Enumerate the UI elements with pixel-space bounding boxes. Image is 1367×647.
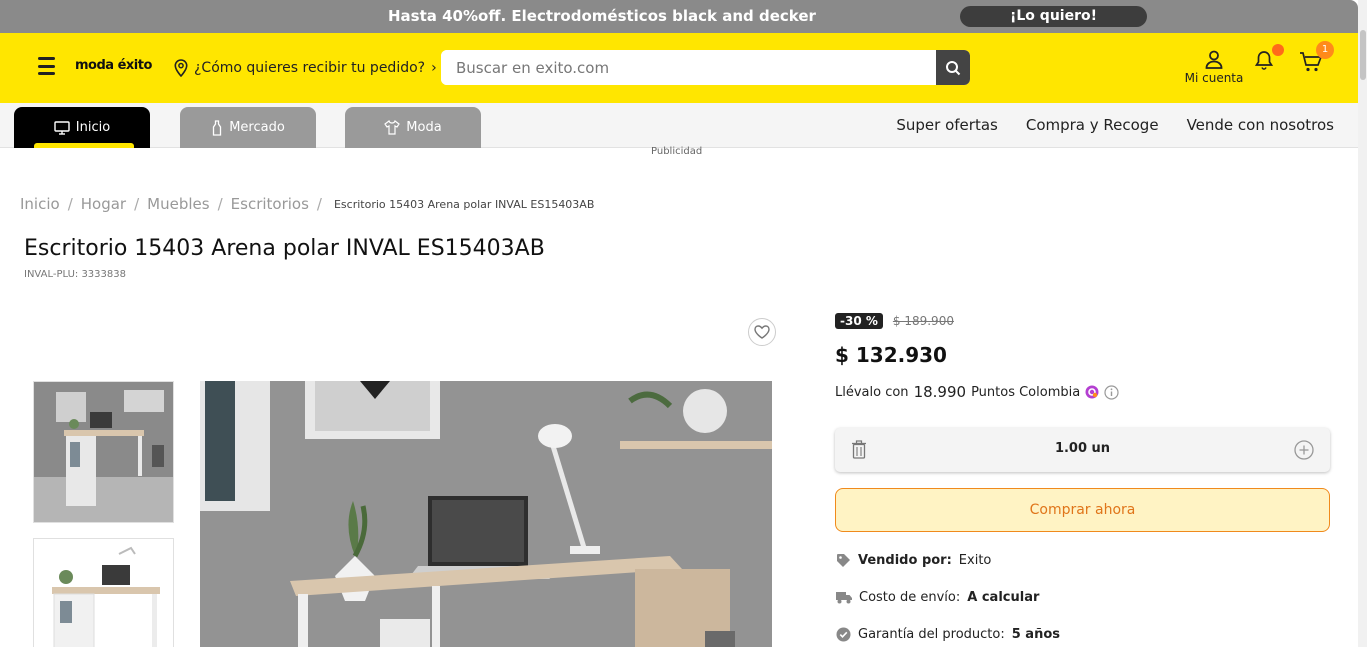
old-price: $ 189.900 — [892, 314, 954, 328]
heart-icon — [754, 325, 770, 339]
search-bar — [441, 50, 970, 85]
quantity-value: 1.00 un — [1054, 441, 1111, 456]
breadcrumb-current: Escritorio 15403 Arena polar INVAL ES154… — [333, 197, 595, 211]
buy-now-button[interactable]: Comprar ahora — [835, 488, 1330, 532]
monitor-icon — [54, 120, 70, 135]
product-price: $ 132.930 — [835, 343, 947, 367]
promo-text: Hasta 40%off. Electrodomésticos black an… — [388, 7, 816, 25]
breadcrumb-item[interactable]: Muebles — [147, 195, 209, 213]
tab-label: Mercado — [229, 120, 285, 135]
logo[interactable]: moda éxito — [75, 58, 152, 73]
shipping-value: A calcular — [967, 590, 1040, 605]
delivery-selector[interactable]: ¿Cómo quieres recibir tu pedido? › — [174, 59, 437, 77]
menu-icon[interactable] — [38, 57, 55, 75]
cart-count-badge: 1 — [1316, 41, 1334, 59]
warranty-label: Garantía del producto: — [858, 627, 1005, 642]
product-thumbnail[interactable] — [33, 381, 174, 523]
header: moda éxito ¿Cómo quieres recibir tu pedi… — [0, 33, 1358, 103]
category-nav: Inicio Mercado Moda Super ofertas Compra… — [0, 103, 1358, 148]
breadcrumb-item[interactable]: Inicio — [20, 195, 60, 213]
badge-check-icon — [836, 627, 851, 642]
delivery-label: ¿Cómo quieres recibir tu pedido? — [194, 60, 426, 76]
tab-inicio[interactable]: Inicio — [14, 107, 150, 148]
points-row: Llévalo con 18.990 Puntos Colombia — [835, 383, 1119, 401]
tab-label: Inicio — [75, 120, 111, 135]
points-prefix: Llévalo con — [835, 384, 909, 400]
promo-cta-button[interactable]: ¡Lo quiero! — [960, 6, 1147, 27]
info-icon[interactable] — [1104, 384, 1119, 400]
points-value: 18.990 — [913, 383, 967, 401]
truck-icon — [836, 592, 852, 604]
discount-row: -30 % $ 189.900 — [835, 313, 954, 329]
promo-banner: Hasta 40%off. Electrodomésticos black an… — [0, 0, 1358, 33]
nav-link-compra-y-recoge[interactable]: Compra y Recoge — [1026, 116, 1159, 134]
notification-dot — [1272, 44, 1284, 56]
seller-info: Vendido por: Exito — [836, 553, 991, 568]
desk-room-photo — [200, 381, 772, 647]
bottle-icon — [213, 119, 222, 136]
notifications-button[interactable] — [1253, 49, 1275, 75]
nav-links: Super ofertas Compra y Recoge Vende con … — [896, 116, 1334, 134]
warranty-value: 5 años — [1011, 627, 1061, 642]
user-icon — [1205, 50, 1223, 69]
favorite-button[interactable] — [748, 318, 776, 346]
points-suffix: Puntos Colombia — [971, 384, 1081, 400]
warranty-info: Garantía del producto: 5 años — [836, 627, 1060, 642]
breadcrumb-separator: / — [217, 195, 223, 213]
product-title: Escritorio 15403 Arena polar INVAL ES154… — [24, 236, 545, 261]
search-icon — [946, 60, 961, 75]
search-input[interactable] — [441, 50, 936, 85]
nav-link-super-ofertas[interactable]: Super ofertas — [896, 116, 997, 134]
chevron-right-icon: › — [431, 60, 437, 76]
scrollbar-track[interactable] — [1358, 0, 1367, 647]
scrollbar-thumb[interactable] — [1360, 30, 1366, 80]
ad-label: Publicidad — [651, 146, 703, 157]
breadcrumb-item[interactable]: Escritorios — [231, 195, 309, 213]
quantity-stepper: 1.00 un — [835, 428, 1330, 472]
seller-label: Vendido por: — [858, 553, 952, 568]
discount-badge: -30 % — [835, 313, 883, 329]
shirt-icon — [384, 120, 401, 135]
breadcrumb-separator: / — [316, 195, 322, 213]
breadcrumb-separator: / — [67, 195, 73, 213]
search-button[interactable] — [936, 50, 970, 85]
breadcrumb: Inicio / Hogar / Muebles / Escritorios /… — [20, 195, 594, 213]
tab-label: Moda — [406, 120, 442, 135]
account-label: Mi cuenta — [1184, 71, 1244, 85]
tab-mercado[interactable]: Mercado — [180, 107, 316, 148]
increase-button[interactable] — [1294, 440, 1314, 464]
product-thumbnail[interactable] — [33, 538, 174, 647]
nav-link-vende-con-nosotros[interactable]: Vende con nosotros — [1187, 116, 1334, 134]
shipping-label: Costo de envío: — [859, 590, 961, 605]
location-pin-icon — [174, 59, 188, 77]
product-plu: INVAL-PLU: 3333838 — [24, 269, 126, 280]
plus-circle-icon — [1294, 440, 1314, 460]
breadcrumb-separator: / — [134, 195, 140, 213]
shipping-info: Costo de envío: A calcular — [836, 590, 1039, 605]
product-main-image[interactable] — [200, 381, 772, 647]
desk-room-thumbnail-image — [34, 382, 173, 522]
tag-icon — [837, 554, 850, 567]
active-tab-indicator — [34, 143, 134, 148]
puntos-colombia-logo-icon — [1085, 385, 1099, 399]
breadcrumb-item[interactable]: Hogar — [81, 195, 126, 213]
account-button[interactable]: Mi cuenta — [1184, 49, 1244, 85]
tab-moda[interactable]: Moda — [345, 107, 481, 148]
desk-white-bg-thumbnail-image — [34, 539, 173, 647]
seller-value: Exito — [958, 553, 992, 568]
